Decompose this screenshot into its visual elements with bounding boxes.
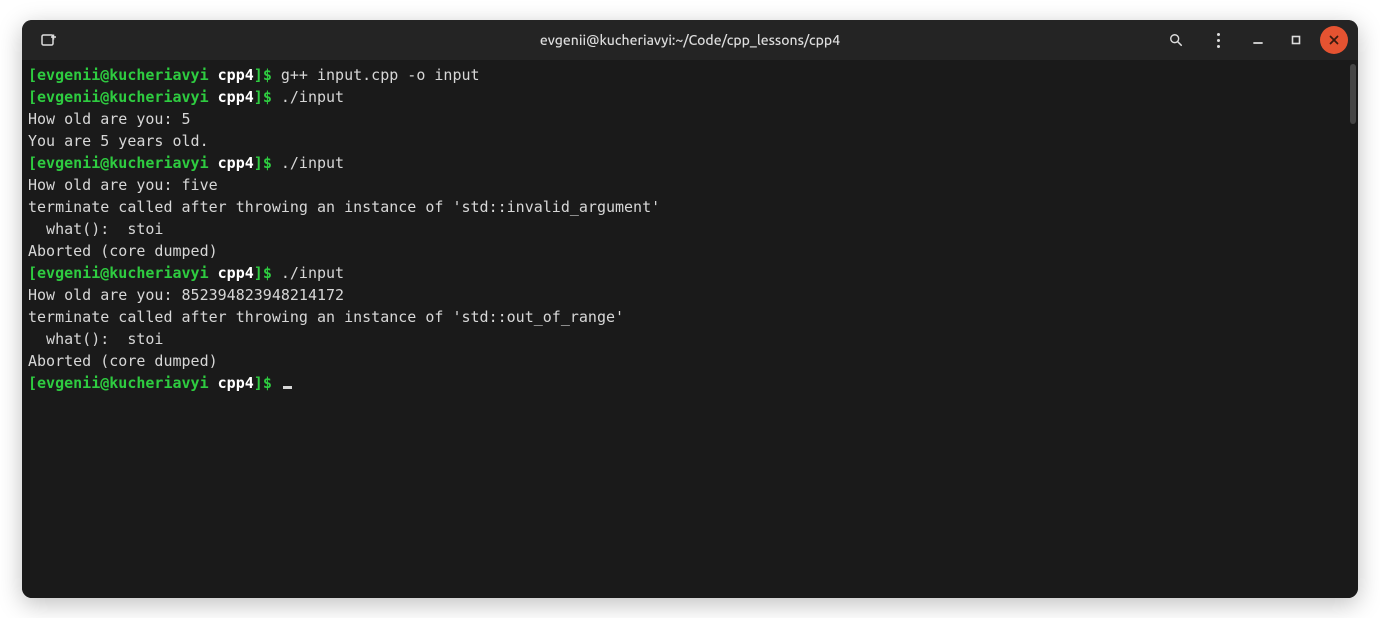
titlebar: evgenii@kucheriavyi:~/Code/cpp_lessons/c… <box>22 20 1358 60</box>
cursor <box>283 386 292 389</box>
prompt-open-bracket: [ <box>28 264 37 282</box>
new-tab-button[interactable] <box>32 25 66 55</box>
terminal-window: evgenii@kucheriavyi:~/Code/cpp_lessons/c… <box>22 20 1358 598</box>
prompt-cwd: cpp4 <box>218 154 254 172</box>
prompt-user-host: evgenii@kucheriavyi <box>37 66 209 84</box>
prompt-cwd: cpp4 <box>218 264 254 282</box>
prompt-close-bracket: ] <box>254 374 263 392</box>
minimize-icon <box>1251 33 1265 47</box>
prompt-user-host: evgenii@kucheriavyi <box>37 264 209 282</box>
output-text: what(): stoi <box>28 330 163 348</box>
terminal-line: [evgenii@kucheriavyi cpp4]$ g++ input.cp… <box>28 64 1352 86</box>
titlebar-left <box>32 25 232 55</box>
output-text: How old are you: 5 <box>28 110 191 128</box>
window-title: evgenii@kucheriavyi:~/Code/cpp_lessons/c… <box>540 32 840 48</box>
command-text: g++ input.cpp -o input <box>281 66 480 84</box>
terminal-line: what(): stoi <box>28 328 1352 350</box>
output-text: what(): stoi <box>28 220 163 238</box>
prompt-cwd: cpp4 <box>218 88 254 106</box>
command-text: ./input <box>281 264 344 282</box>
terminal-line: Aborted (core dumped) <box>28 240 1352 262</box>
terminal-line: [evgenii@kucheriavyi cpp4]$ ./input <box>28 152 1352 174</box>
prompt-close-bracket: ] <box>254 88 263 106</box>
search-button[interactable] <box>1160 26 1192 54</box>
terminal-line: Aborted (core dumped) <box>28 350 1352 372</box>
titlebar-right <box>1160 26 1348 54</box>
output-text: You are 5 years old. <box>28 132 209 150</box>
terminal-line: what(): stoi <box>28 218 1352 240</box>
terminal-line: terminate called after throwing an insta… <box>28 306 1352 328</box>
close-icon <box>1327 33 1341 47</box>
new-tab-icon <box>41 32 57 48</box>
prompt-close-bracket: ] <box>254 66 263 84</box>
terminal-line: You are 5 years old. <box>28 130 1352 152</box>
prompt-close-bracket: ] <box>254 264 263 282</box>
output-text: terminate called after throwing an insta… <box>28 308 624 326</box>
terminal-body[interactable]: [evgenii@kucheriavyi cpp4]$ g++ input.cp… <box>22 60 1358 598</box>
prompt-open-bracket: [ <box>28 88 37 106</box>
command-text: ./input <box>281 154 344 172</box>
scrollbar-thumb[interactable] <box>1350 64 1356 124</box>
output-text: Aborted (core dumped) <box>28 352 218 370</box>
close-button[interactable] <box>1320 26 1348 54</box>
prompt-open-bracket: [ <box>28 154 37 172</box>
prompt-user-host: evgenii@kucheriavyi <box>37 154 209 172</box>
terminal-line: terminate called after throwing an insta… <box>28 196 1352 218</box>
terminal-line: [evgenii@kucheriavyi cpp4]$ <box>28 372 1352 394</box>
prompt-close-bracket: ] <box>254 154 263 172</box>
prompt-dollar: $ <box>263 66 272 84</box>
terminal-line: How old are you: 5 <box>28 108 1352 130</box>
search-icon <box>1169 33 1183 47</box>
terminal-line: How old are you: five <box>28 174 1352 196</box>
menu-button[interactable] <box>1202 26 1234 54</box>
output-text: Aborted (core dumped) <box>28 242 218 260</box>
prompt-dollar: $ <box>263 154 272 172</box>
prompt-open-bracket: [ <box>28 374 37 392</box>
output-text: terminate called after throwing an insta… <box>28 198 660 216</box>
prompt-user-host: evgenii@kucheriavyi <box>37 88 209 106</box>
prompt-user-host: evgenii@kucheriavyi <box>37 374 209 392</box>
prompt-dollar: $ <box>263 88 272 106</box>
maximize-button[interactable] <box>1282 26 1310 54</box>
maximize-icon <box>1289 33 1303 47</box>
prompt-cwd: cpp4 <box>218 374 254 392</box>
terminal-line: How old are you: 852394823948214172 <box>28 284 1352 306</box>
output-text: How old are you: five <box>28 176 218 194</box>
terminal-line: [evgenii@kucheriavyi cpp4]$ ./input <box>28 262 1352 284</box>
terminal-line: [evgenii@kucheriavyi cpp4]$ ./input <box>28 86 1352 108</box>
prompt-open-bracket: [ <box>28 66 37 84</box>
minimize-button[interactable] <box>1244 26 1272 54</box>
output-text: How old are you: 852394823948214172 <box>28 286 344 304</box>
prompt-dollar: $ <box>263 264 272 282</box>
command-text: ./input <box>281 88 344 106</box>
prompt-cwd: cpp4 <box>218 66 254 84</box>
prompt-dollar: $ <box>263 374 272 392</box>
kebab-menu-icon <box>1217 33 1220 48</box>
